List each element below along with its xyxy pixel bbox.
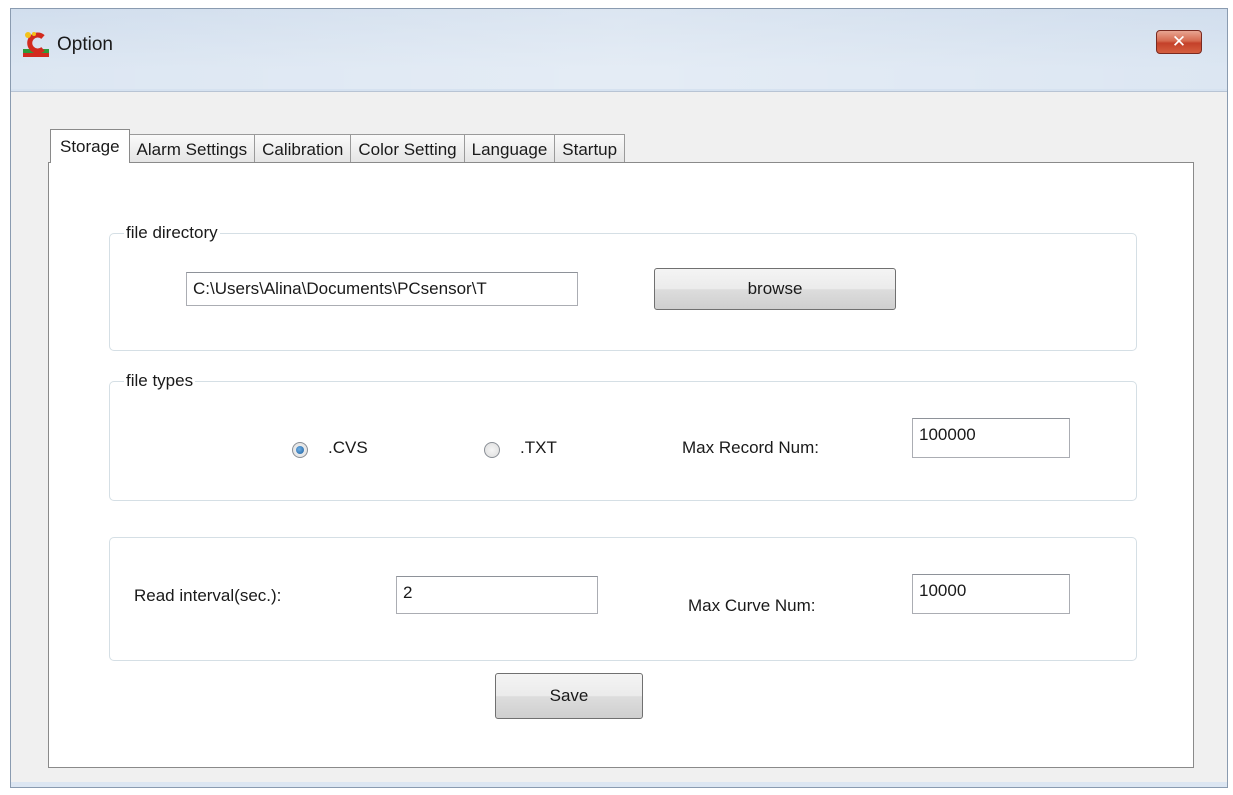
read-interval-group: Read interval(sec.): 2 Max Curve Num: 10… (109, 537, 1137, 661)
tab-color-setting[interactable]: Color Setting (350, 134, 465, 163)
save-button[interactable]: Save (495, 673, 643, 719)
window-title: Option (57, 34, 113, 55)
app-logo-icon (23, 32, 49, 57)
read-interval-label: Read interval(sec.): (134, 586, 282, 605)
cvs-radio[interactable] (292, 442, 308, 458)
max-record-num-label: Max Record Num: (682, 438, 819, 457)
tab-calibration[interactable]: Calibration (254, 134, 352, 163)
file-types-group: file types .CVS .TXT Max Record Num: 100… (109, 371, 1137, 501)
option-dialog-window: Option ✕ Storage Alarm Settings Calibrat… (10, 8, 1228, 788)
file-types-label: file types (124, 371, 196, 391)
close-button[interactable]: ✕ (1156, 30, 1202, 54)
tab-strip: Storage Alarm Settings Calibration Color… (50, 129, 626, 163)
browse-button[interactable]: browse (654, 268, 896, 310)
read-interval-input[interactable]: 2 (396, 576, 598, 614)
file-directory-label: file directory (124, 223, 220, 243)
storage-tab-panel: file directory C:\Users\Alina\Documents\… (48, 162, 1194, 768)
tab-storage[interactable]: Storage (50, 129, 130, 163)
cvs-radio-label: .CVS (328, 438, 368, 457)
max-curve-num-label: Max Curve Num: (688, 596, 816, 615)
txt-radio[interactable] (484, 442, 500, 458)
txt-radio-label: .TXT (520, 438, 557, 457)
tab-alarm-settings[interactable]: Alarm Settings (128, 134, 256, 163)
file-directory-group: file directory C:\Users\Alina\Documents\… (109, 223, 1137, 351)
max-curve-num-input[interactable]: 10000 (912, 574, 1070, 614)
dialog-client-area: Storage Alarm Settings Calibration Color… (11, 91, 1227, 782)
max-record-num-input[interactable]: 100000 (912, 418, 1070, 458)
file-directory-input[interactable]: C:\Users\Alina\Documents\PCsensor\T (186, 272, 578, 306)
close-icon: ✕ (1171, 31, 1187, 52)
tab-startup[interactable]: Startup (554, 134, 626, 163)
tab-language[interactable]: Language (463, 134, 556, 163)
